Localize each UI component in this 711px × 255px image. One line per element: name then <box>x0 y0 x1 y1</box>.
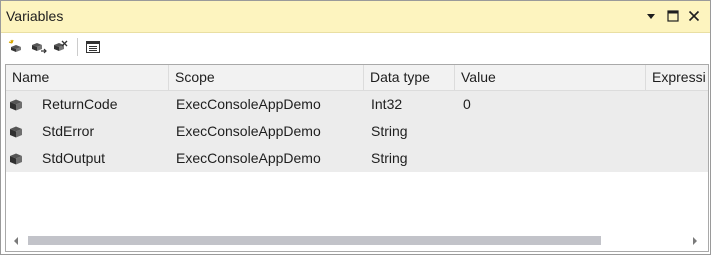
delete-variable-icon[interactable] <box>50 38 70 56</box>
panel-title: Variables <box>6 8 64 24</box>
variable-icon <box>8 124 24 140</box>
table-row[interactable]: ReturnCode ExecConsoleAppDemo Int32 0 <box>6 91 708 118</box>
variable-data-type[interactable]: String <box>371 145 408 172</box>
column-header-value[interactable]: Value <box>455 65 646 90</box>
move-variable-icon[interactable] <box>28 38 48 56</box>
variable-name[interactable]: ReturnCode <box>42 91 118 118</box>
variable-value[interactable]: 0 <box>463 91 471 118</box>
grid-options-icon[interactable] <box>83 38 103 56</box>
horizontal-scrollbar[interactable] <box>6 232 708 250</box>
variable-name[interactable]: StdError <box>42 118 94 145</box>
panel-title-bar[interactable]: Variables <box>1 1 710 33</box>
column-header-expression[interactable]: Expressi <box>646 65 708 90</box>
variables-toolbar <box>1 33 710 62</box>
column-header-data-type[interactable]: Data type <box>364 65 455 90</box>
variable-icon <box>8 151 24 167</box>
variable-scope[interactable]: ExecConsoleAppDemo <box>176 145 321 172</box>
variable-name[interactable]: StdOutput <box>42 145 105 172</box>
table-row[interactable]: StdError ExecConsoleAppDemo String <box>6 118 708 145</box>
column-header-scope[interactable]: Scope <box>169 65 364 90</box>
scroll-right-icon[interactable] <box>689 235 701 247</box>
toolbar-separator <box>77 38 78 56</box>
variable-scope[interactable]: ExecConsoleAppDemo <box>176 91 321 118</box>
variables-grid: Name Scope Data type Value Expressi Retu… <box>5 64 709 252</box>
close-icon[interactable] <box>685 7 703 25</box>
add-variable-icon[interactable] <box>6 38 26 56</box>
chevron-down-icon[interactable] <box>642 7 660 25</box>
scrollbar-thumb[interactable] <box>28 236 601 245</box>
variables-panel: Variables Name Scope Data type Value Exp… <box>0 0 711 255</box>
grid-header: Name Scope Data type Value Expressi <box>6 65 708 91</box>
scroll-left-icon[interactable] <box>10 235 22 247</box>
maximize-icon[interactable] <box>664 7 682 25</box>
variable-icon <box>8 97 24 113</box>
variable-scope[interactable]: ExecConsoleAppDemo <box>176 118 321 145</box>
variable-data-type[interactable]: String <box>371 118 408 145</box>
table-row[interactable]: StdOutput ExecConsoleAppDemo String <box>6 145 708 172</box>
column-header-name[interactable]: Name <box>6 65 169 90</box>
variable-data-type[interactable]: Int32 <box>371 91 402 118</box>
